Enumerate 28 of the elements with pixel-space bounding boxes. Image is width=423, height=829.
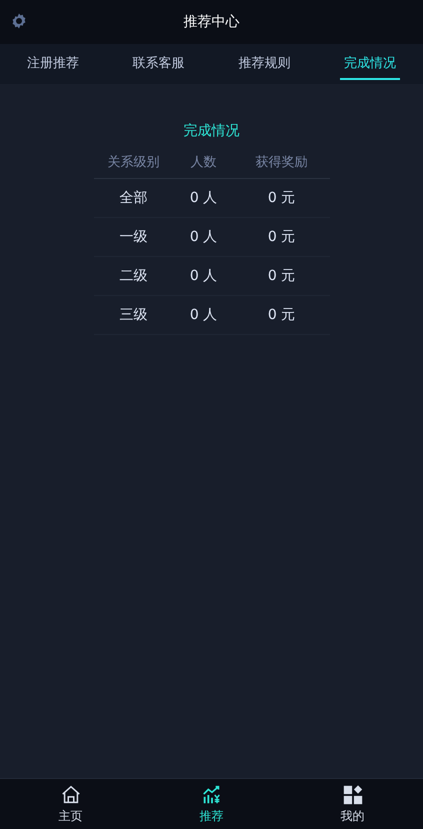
table-cell-text: 0 人 [188, 267, 218, 285]
table-cell-text: 0 人 [188, 228, 218, 246]
table-cell-text: 二级 [118, 267, 148, 285]
table-cell-text: 0 元 [266, 228, 296, 246]
tab[interactable]: 联系客服 [128, 48, 189, 80]
table-cell-text: 三级 [118, 306, 148, 324]
tab[interactable]: 注册推荐 [22, 48, 83, 80]
column-header: 人数 [190, 154, 218, 171]
column-header: 关系级别 [106, 154, 160, 171]
nav-item[interactable]: 主页 [30, 779, 110, 829]
table-cell-text: 0 元 [266, 189, 296, 207]
table-title: 完成情况 [182, 122, 240, 141]
home-icon [60, 784, 82, 806]
page-title: 推荐中心 [184, 13, 240, 31]
table-cell-text: 0 人 [188, 306, 218, 324]
tab[interactable]: 推荐规则 [234, 48, 294, 80]
chart-icon [200, 784, 222, 806]
column-header: 获得奖励 [254, 154, 308, 171]
tab[interactable]: 完成情况 [340, 48, 400, 80]
table-cell-text: 一级 [118, 228, 148, 246]
table-cell-text: 0 人 [188, 189, 218, 207]
table-cell-text: 0 元 [266, 267, 296, 285]
nav-item[interactable]: 推荐 [172, 779, 252, 829]
settings-icon[interactable] [10, 12, 28, 30]
table-cell-text: 0 元 [266, 306, 296, 324]
grid-icon [342, 784, 364, 806]
nav-item[interactable]: 我的 [312, 779, 392, 829]
table-cell-text: 全部 [118, 189, 148, 207]
